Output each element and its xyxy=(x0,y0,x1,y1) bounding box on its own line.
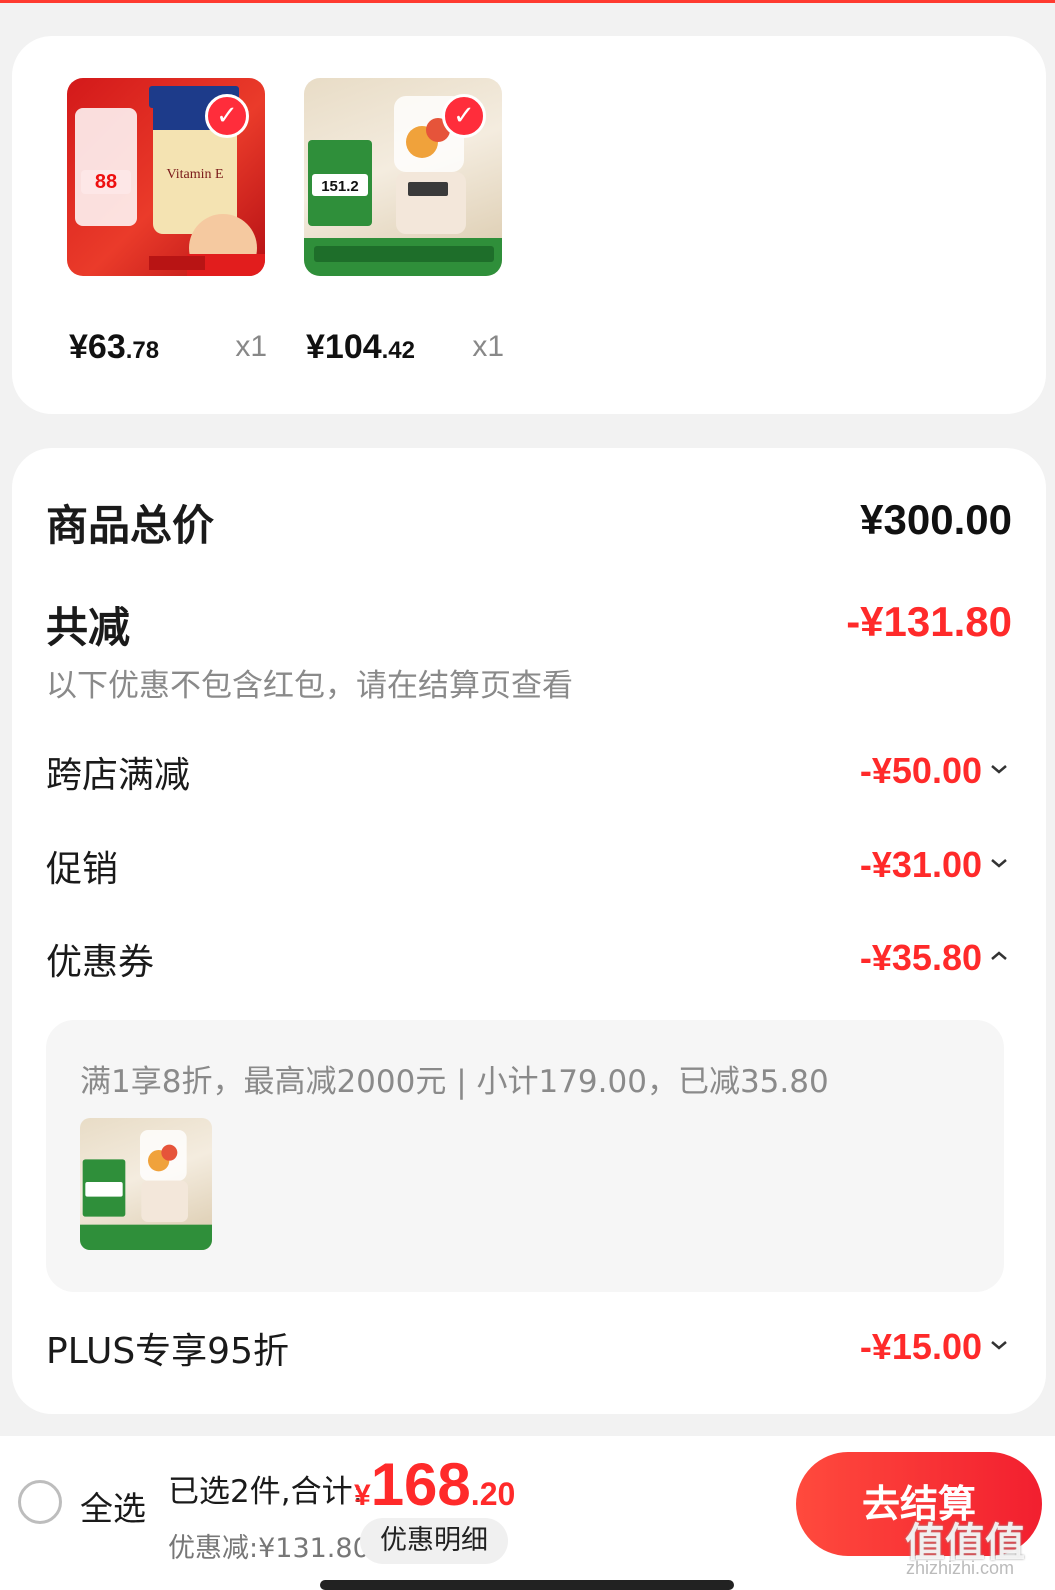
discount-row-coupon[interactable]: 优惠券 -¥35.80 xyxy=(46,933,1012,993)
product-quantity: x1 xyxy=(235,330,267,363)
svg-text:151.2: 151.2 xyxy=(321,178,359,195)
discount-row-cross-store[interactable]: 跨店满减 -¥50.00 xyxy=(46,746,1012,806)
svg-text:88: 88 xyxy=(95,171,117,193)
discount-row-plus[interactable]: PLUS专享95折 -¥15.00 xyxy=(46,1322,1012,1382)
discount-label: 促销 xyxy=(46,849,119,890)
total-price-label: 商品总价 xyxy=(46,501,215,550)
coupon-detail-text: 满1享8折，最高减2000元 | 小计179.00，已减35.80 xyxy=(80,1064,829,1100)
discount-value: -¥15.00 xyxy=(859,1326,982,1367)
coupon-detail-panel: 满1享8折，最高减2000元 | 小计179.00，已减35.80 xyxy=(46,1020,1004,1292)
total-reduction-label: 共减 xyxy=(46,603,131,652)
chevron-down-icon[interactable] xyxy=(986,756,1012,782)
product-item[interactable]: 88 Vitamin E ✓ ¥63.78 x1 xyxy=(67,78,267,366)
selected-count-text: 已选2件,合计: xyxy=(168,1474,364,1510)
chevron-down-icon[interactable] xyxy=(986,1332,1012,1358)
product-price: ¥104.42 xyxy=(306,328,416,366)
selected-products-card: 88 Vitamin E ✓ ¥63.78 x1 151.2 ✓ ¥104.42… xyxy=(12,36,1046,414)
select-all-radio[interactable] xyxy=(18,1480,62,1524)
top-accent-line xyxy=(0,0,1055,3)
svg-text:Vitamin E: Vitamin E xyxy=(166,167,223,182)
chevron-up-icon[interactable] xyxy=(986,943,1012,969)
discount-detail-button[interactable]: 优惠明细 xyxy=(360,1518,508,1564)
watermark-url: zhizhizhi.com xyxy=(906,1558,1015,1578)
blender-illustration xyxy=(80,1130,212,1250)
product-price-row: ¥104.42 x1 xyxy=(304,328,504,368)
product-image[interactable]: 88 Vitamin E ✓ xyxy=(67,78,265,276)
discount-value: -¥35.80 xyxy=(859,937,982,978)
home-indicator[interactable] xyxy=(320,1580,734,1590)
discount-label: 跨店满减 xyxy=(46,755,191,796)
discount-value: -¥31.00 xyxy=(859,844,982,885)
product-price-row: ¥63.78 x1 xyxy=(67,328,267,368)
product-quantity: x1 xyxy=(472,330,504,363)
total-price-value: ¥300.00 xyxy=(860,496,1012,543)
coupon-product-image[interactable] xyxy=(80,1118,212,1250)
total-reduction-value: -¥131.80 xyxy=(846,598,1012,645)
grand-total: ¥168.20 xyxy=(354,1451,516,1518)
checked-icon[interactable]: ✓ xyxy=(442,94,486,138)
product-price: ¥63.78 xyxy=(69,328,160,366)
checkout-bar: 全选 已选2件,合计: ¥168.20 优惠减:¥131.80 优惠明细 去结算 xyxy=(0,1436,1055,1590)
product-image[interactable]: 151.2 ✓ xyxy=(304,78,502,276)
price-summary-card: 商品总价 ¥300.00 共减 -¥131.80 以下优惠不包含红包，请在结算页… xyxy=(12,448,1046,1414)
discount-summary-text: 优惠减:¥131.80 xyxy=(168,1533,370,1564)
discount-hint: 以下优惠不包含红包，请在结算页查看 xyxy=(46,668,573,704)
discount-label: PLUS专享95折 xyxy=(46,1331,289,1372)
checked-icon[interactable]: ✓ xyxy=(205,94,249,138)
total-reduction-row: 共减 -¥131.80 xyxy=(46,594,1012,654)
total-price-row: 商品总价 ¥300.00 xyxy=(46,492,1012,552)
discount-label: 优惠券 xyxy=(46,942,155,983)
product-item[interactable]: 151.2 ✓ ¥104.42 x1 xyxy=(304,78,504,366)
select-all-label[interactable]: 全选 xyxy=(80,1482,146,1530)
discount-value: -¥50.00 xyxy=(859,750,982,791)
discount-row-promotion[interactable]: 促销 -¥31.00 xyxy=(46,840,1012,900)
chevron-down-icon[interactable] xyxy=(986,850,1012,876)
